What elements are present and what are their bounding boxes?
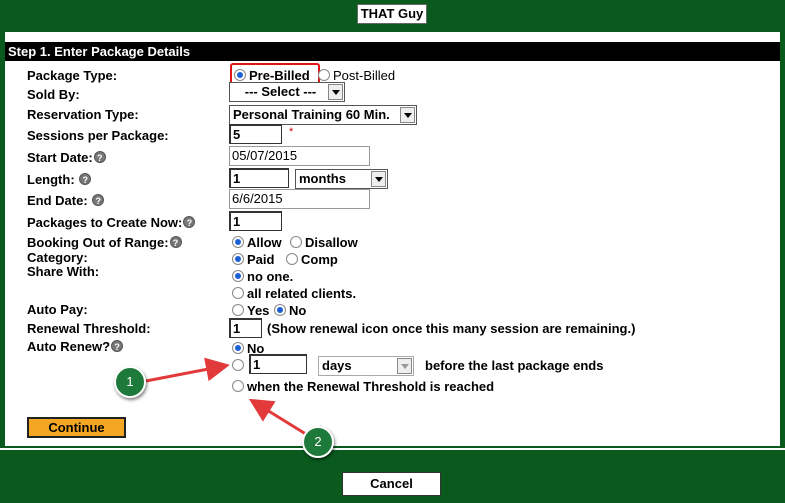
arrow-1	[145, 357, 230, 383]
callout-1: 1	[114, 366, 146, 398]
arrow-2	[248, 398, 310, 438]
annotation-arrows	[145, 357, 310, 438]
callout-2: 2	[302, 426, 334, 458]
